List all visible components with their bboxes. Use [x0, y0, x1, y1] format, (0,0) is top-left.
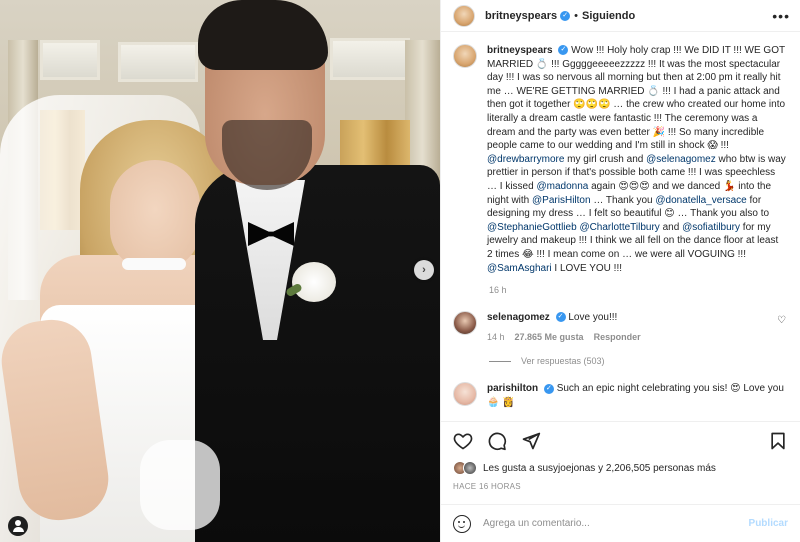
reply-button[interactable]: Responder	[594, 331, 641, 345]
more-options-icon[interactable]: •••	[772, 8, 790, 24]
mention-link[interactable]: @madonna	[536, 181, 588, 192]
caption-timestamp: 16 h	[489, 285, 507, 296]
verified-badge-icon: ✓	[558, 45, 569, 56]
emoji-picker-icon[interactable]	[453, 514, 471, 533]
comments-section[interactable]: britneyspears ✓ Wow !!! Holy holy crap !…	[441, 32, 800, 421]
post-actions: Les gusta a susyjoejonas y 2,206,505 per…	[441, 421, 800, 496]
commenter-avatar[interactable]	[453, 382, 477, 407]
verified-badge-icon: ✓	[555, 312, 566, 323]
commenter-username[interactable]: parishilton	[487, 383, 538, 394]
commenter-username[interactable]: selenagomez	[487, 312, 550, 323]
post-details-panel: britneyspears ✓ • Siguiendo ••• britneys…	[440, 0, 800, 542]
following-button[interactable]: Siguiendo	[582, 10, 635, 22]
comment-item: selenagomez ✓ Love you!!! 14 h 27.865 Me…	[453, 311, 786, 344]
comment-like-heart-icon[interactable]: ♡	[777, 315, 786, 326]
comment-likes[interactable]: 27.865 Me gusta	[515, 331, 584, 345]
tagged-users-icon[interactable]	[8, 516, 28, 536]
bride-glove	[140, 440, 220, 530]
action-bar	[453, 428, 788, 454]
groom-suit	[195, 165, 440, 542]
mention-link[interactable]: @sofiatilbury	[682, 222, 740, 233]
mention-link[interactable]: @ParisHilton	[532, 195, 591, 206]
likes-summary[interactable]: Les gusta a susyjoejonas y 2,206,505 per…	[453, 458, 788, 478]
view-replies-button[interactable]: Ver respuestas (503)	[489, 356, 786, 366]
comment-text: Love you!!!	[568, 312, 618, 324]
mention-link[interactable]: @StephanieGottlieb	[487, 222, 577, 233]
post-timestamp: HACE 16 HORAS	[453, 482, 521, 491]
caption-username[interactable]: britneyspears	[487, 45, 553, 56]
background-window	[40, 40, 100, 80]
add-comment-bar: Agrega un comentario... Publicar	[441, 504, 800, 542]
chevron-right-icon: ›	[422, 264, 426, 276]
author-avatar[interactable]	[453, 4, 475, 27]
bride-face	[110, 160, 200, 270]
author-username[interactable]: britneyspears	[485, 10, 557, 22]
publish-button[interactable]: Publicar	[749, 518, 788, 529]
instagram-post: › britneyspears ✓ • Siguiendo ••• britne…	[0, 0, 800, 542]
view-replies-label: Ver respuestas (503)	[521, 356, 605, 367]
mention-link[interactable]: @selenagomez	[646, 154, 716, 165]
commenter-avatar[interactable]	[453, 311, 477, 336]
caption-avatar[interactable]	[453, 44, 477, 68]
post-caption: britneyspears ✓ Wow !!! Holy holy crap !…	[453, 44, 786, 275]
caption-segment: and	[659, 221, 683, 233]
bride-choker	[122, 258, 186, 270]
save-bookmark-icon[interactable]	[768, 431, 788, 451]
background-window	[118, 42, 198, 82]
mention-link[interactable]: @drewbarrymore	[487, 154, 564, 165]
likes-text: Les gusta a susyjoejonas y 2,206,505 per…	[483, 462, 716, 474]
comment-item: parishilton ✓ Such an epic night celebra…	[453, 382, 786, 409]
comment-meta: 14 h 27.865 Me gusta Responder	[487, 331, 786, 345]
verified-badge-icon: ✓	[543, 383, 554, 394]
like-heart-icon[interactable]	[453, 431, 473, 451]
caption-segment: my girl crush and	[564, 153, 647, 165]
separator-dot: •	[574, 9, 579, 22]
background-window	[330, 38, 410, 80]
caption-segment: … Thank you	[590, 194, 656, 206]
comment-input[interactable]: Agrega un comentario...	[483, 518, 749, 529]
next-photo-button[interactable]: ›	[414, 260, 434, 280]
caption-segment: Wow !!! Holy holy crap !!! We DID IT !!!…	[487, 45, 786, 152]
mention-link[interactable]: @donatella_versace	[655, 195, 746, 206]
mention-link[interactable]: @SamAsghari	[487, 263, 552, 274]
liker-avatar	[463, 461, 477, 475]
verified-badge-icon: ✓	[560, 10, 571, 21]
post-photo[interactable]: ›	[0, 0, 440, 542]
share-paper-plane-icon[interactable]	[521, 431, 541, 451]
post-header: britneyspears ✓ • Siguiendo •••	[441, 0, 800, 32]
replies-divider-line	[489, 360, 511, 362]
groom-hair	[198, 0, 328, 70]
comment-time: 14 h	[487, 331, 505, 342]
comment-bubble-icon[interactable]	[487, 431, 507, 451]
caption-segment: I LOVE YOU !!!	[551, 262, 623, 274]
caption-text: britneyspears ✓ Wow !!! Holy holy crap !…	[487, 44, 786, 275]
mention-link[interactable]: @CharlotteTilbury	[579, 222, 659, 233]
boutonniere-flower	[292, 262, 336, 302]
